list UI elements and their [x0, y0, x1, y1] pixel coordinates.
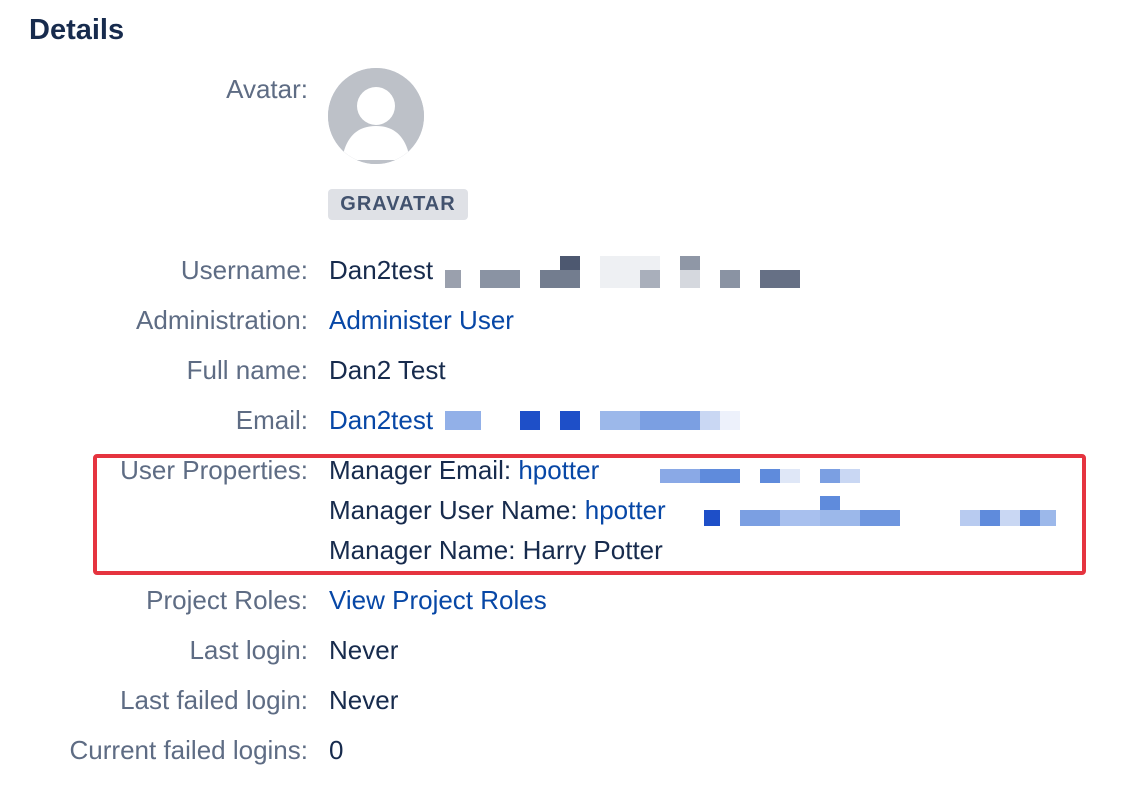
current-failed-logins-label: Current failed logins:: [69, 735, 308, 765]
administer-user-link[interactable]: Administer User: [329, 300, 514, 340]
avatar-label: Avatar:: [226, 74, 308, 104]
manager-email-link[interactable]: hpotter: [518, 455, 599, 485]
last-login-value: Never: [329, 635, 399, 665]
manager-name-line: Manager Name: Harry Potter: [329, 530, 663, 570]
administration-row: Administration: Administer User: [0, 300, 1138, 340]
full-name-row: Full name: Dan2 Test: [0, 350, 1138, 390]
project-roles-row: Project Roles: View Project Roles: [0, 580, 1138, 620]
manager-user-name-key: Manager User Name:: [329, 495, 585, 525]
details-title: Details: [29, 14, 125, 46]
full-name-value: Dan2 Test: [329, 355, 446, 385]
full-name-label: Full name:: [186, 355, 308, 385]
last-login-label: Last login:: [189, 635, 308, 665]
avatar-silhouette-icon: [328, 68, 424, 164]
user-properties-label: User Properties:: [120, 455, 308, 485]
last-failed-login-label: Last failed login:: [120, 685, 308, 715]
manager-email-key: Manager Email:: [329, 455, 519, 485]
last-login-row: Last login: Never: [0, 630, 1138, 670]
gravatar-badge[interactable]: GRAVATAR: [328, 189, 468, 220]
default-user-avatar-icon: [328, 68, 424, 164]
manager-name-text: Manager Name: Harry Potter: [329, 535, 663, 565]
avatar-row: Avatar:: [0, 69, 1138, 109]
current-failed-logins-value: 0: [329, 735, 344, 765]
email-label: Email:: [235, 405, 308, 435]
username-label: Username:: [180, 255, 308, 285]
last-failed-login-value: Never: [329, 685, 399, 715]
administration-label: Administration:: [136, 305, 308, 335]
project-roles-label: Project Roles:: [146, 585, 308, 615]
current-failed-logins-row: Current failed logins: 0: [0, 730, 1138, 770]
manager-user-name-link[interactable]: hpotter: [585, 495, 666, 525]
last-failed-login-row: Last failed login: Never: [0, 680, 1138, 720]
manager-user-name-line: Manager User Name: hpotter: [329, 490, 666, 530]
view-project-roles-link[interactable]: View Project Roles: [329, 580, 547, 620]
username-value: Dan2test: [329, 255, 434, 285]
manager-email-line: Manager Email: hpotter: [329, 450, 599, 490]
email-link[interactable]: Dan2test: [329, 400, 433, 440]
